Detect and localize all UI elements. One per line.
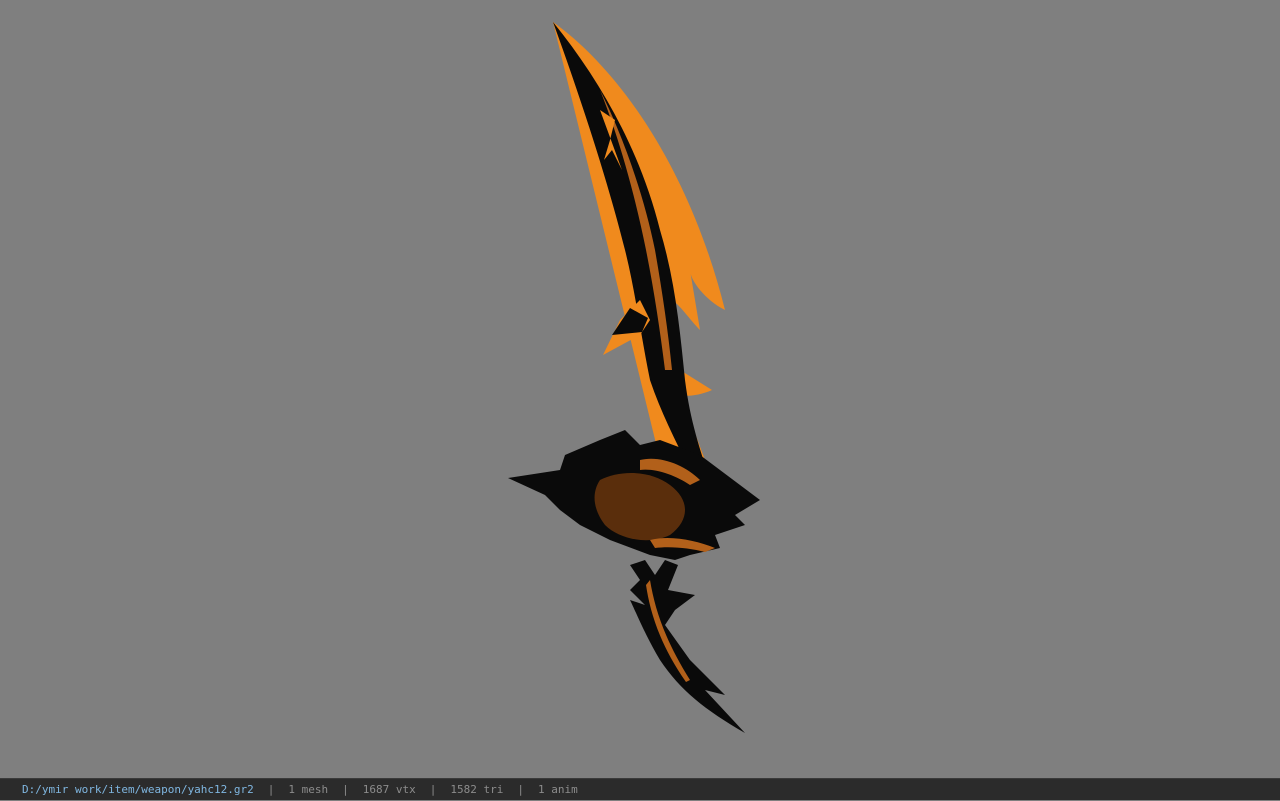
vertex-count: 1687 vtx — [362, 783, 416, 796]
status-bar: D:/ymir work/item/weapon/yahc12.gr2 | 1 me… — [0, 778, 1280, 800]
status-separator: | — [267, 783, 275, 796]
status-separator: | — [429, 783, 437, 796]
3d-viewport[interactable] — [0, 0, 1280, 778]
mesh-count: 1 mesh — [288, 783, 329, 796]
file-path: D:/ymir work/item/weapon/yahc12.gr2 — [22, 783, 254, 796]
status-separator: | — [342, 783, 349, 796]
weapon-model[interactable] — [0, 0, 1280, 778]
anim-count: 1 anim — [538, 783, 578, 796]
triangle-count: 1582 tri — [450, 783, 504, 796]
status-separator: | — [517, 783, 525, 796]
